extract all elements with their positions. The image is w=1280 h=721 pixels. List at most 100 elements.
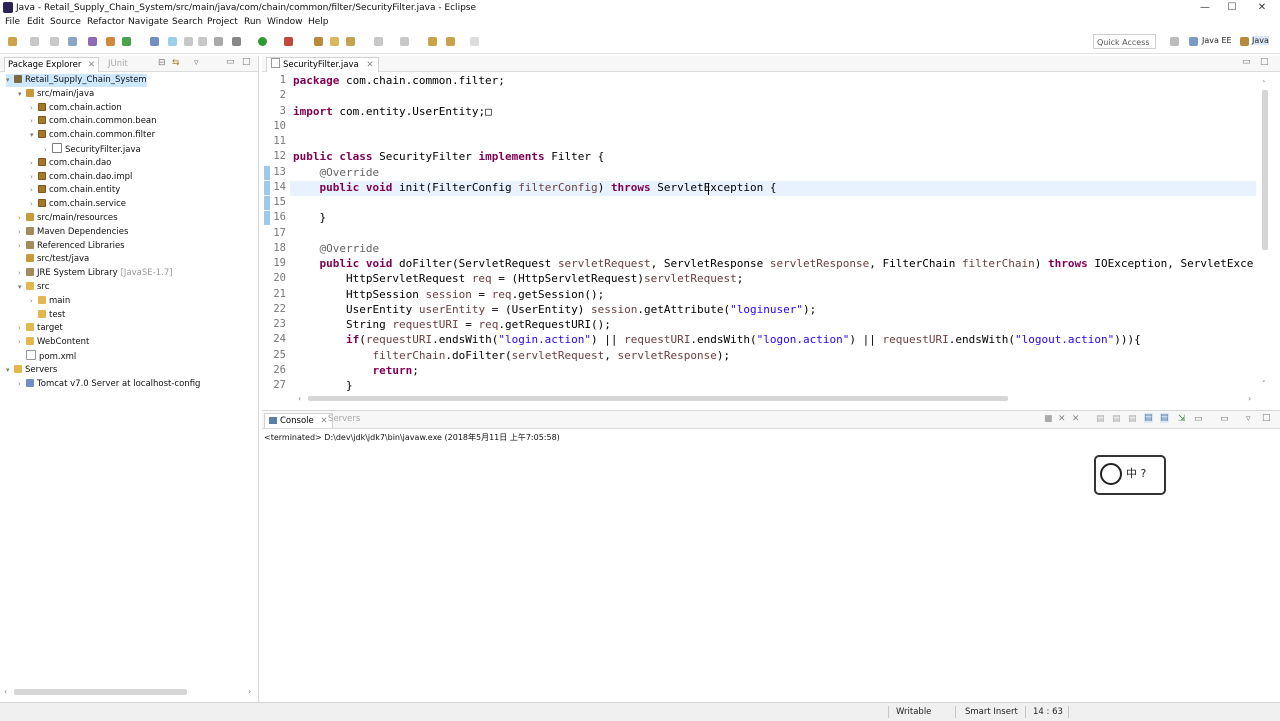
tree-item[interactable]: › main — [30, 295, 70, 308]
tree-item[interactable]: › JRE System Library [JavaSE-1.7] — [18, 267, 173, 280]
show-whitespace-icon[interactable] — [214, 37, 223, 46]
expand-toggle-icon[interactable]: › — [30, 102, 38, 115]
menu-refactor[interactable]: Refactor — [87, 17, 125, 27]
menu-source[interactable]: Source — [50, 17, 81, 27]
show-on-error-icon[interactable]: ▤ — [1160, 413, 1169, 423]
menu-run[interactable]: Run — [244, 17, 261, 27]
tree-item[interactable]: › com.chain.action — [30, 102, 122, 115]
expand-toggle-icon[interactable]: › — [18, 378, 26, 391]
scroll-up-icon[interactable]: ˄ — [1262, 80, 1266, 88]
maximize-view-icon[interactable]: □ — [242, 57, 251, 67]
save-icon[interactable] — [30, 37, 39, 46]
expand-toggle-icon[interactable]: ▾ — [18, 281, 26, 294]
toggle-block-icon[interactable] — [198, 37, 207, 46]
expand-toggle-icon[interactable]: ▾ — [30, 129, 38, 142]
tree-item[interactable]: › src/main/resources — [18, 212, 118, 225]
open-task-icon[interactable] — [168, 37, 177, 46]
tree-item[interactable]: ▾ com.chain.common.filter — [30, 129, 155, 142]
menu-help[interactable]: Help — [308, 17, 329, 27]
quick-access-input[interactable]: Quick Access — [1093, 34, 1156, 49]
pkg-scroll-left-icon[interactable]: ‹ — [4, 687, 7, 696]
scroll-left-icon[interactable]: ‹ — [298, 394, 301, 403]
tree-item[interactable]: › com.chain.dao.impl — [30, 171, 132, 184]
show-on-output-icon[interactable]: ▤ — [1144, 413, 1153, 423]
tree-item[interactable]: › Referenced Libraries — [18, 240, 125, 253]
close-button[interactable]: ✕ — [1252, 1, 1272, 15]
package-explorer-horizontal-scrollbar[interactable]: ‹ › — [4, 686, 254, 698]
java-ee-perspective-icon[interactable] — [1189, 37, 1198, 46]
new-server-icon[interactable] — [314, 37, 323, 46]
console-view-menu-icon[interactable]: ▿ — [1246, 414, 1251, 424]
external-tools-icon[interactable] — [284, 37, 293, 46]
save-all-icon[interactable] — [50, 37, 59, 46]
menu-search[interactable]: Search — [172, 17, 203, 27]
pin-icon[interactable] — [470, 37, 479, 46]
print-icon[interactable] — [68, 37, 77, 46]
java-perspective-icon[interactable] — [1240, 37, 1249, 46]
word-wrap-icon[interactable]: ▤ — [1128, 414, 1137, 424]
maximize-console-icon[interactable]: □ — [1262, 413, 1271, 423]
tab-security-filter-java[interactable]: SecurityFilter.java ✕ — [266, 57, 379, 72]
tree-item[interactable]: › com.chain.common.bean — [30, 115, 157, 128]
debug-skip-icon[interactable] — [88, 37, 97, 46]
expand-toggle-icon[interactable]: › — [30, 115, 38, 128]
maximize-editor-icon[interactable]: □ — [1260, 57, 1269, 67]
status-insert-mode[interactable]: Smart Insert — [965, 707, 1018, 717]
clear-console-icon[interactable]: ▤ — [1096, 414, 1105, 424]
tree-item[interactable]: ▾ src/main/java — [18, 88, 94, 101]
perspective-java[interactable]: Java — [1252, 36, 1269, 45]
tab-servers[interactable]: Servers — [328, 414, 360, 424]
editor-vertical-scroll-thumb[interactable] — [1262, 90, 1268, 250]
annotation-nav-icon[interactable] — [400, 37, 409, 46]
editor-horizontal-scroll-thumb[interactable] — [308, 396, 1008, 401]
maximize-button[interactable]: ☐ — [1222, 1, 1242, 15]
tree-item[interactable]: › Maven Dependencies — [18, 226, 128, 239]
tree-item[interactable]: ▾ Retail_Supply_Chain_System — [6, 74, 147, 87]
menu-window[interactable]: Window — [267, 17, 303, 27]
editor-horizontal-scrollbar[interactable]: ‹ › — [298, 394, 1256, 403]
expand-toggle-icon[interactable]: › — [30, 157, 38, 170]
tab-package-explorer[interactable]: Package Explorer ✕ — [4, 57, 100, 72]
menu-project[interactable]: Project — [207, 17, 238, 27]
tree-item[interactable]: ▾ src — [18, 281, 49, 294]
tab-junit[interactable]: JUnit — [108, 57, 128, 71]
expand-toggle-icon[interactable]: › — [18, 212, 26, 225]
tree-item[interactable]: src/test/java — [18, 253, 89, 266]
expand-toggle-icon[interactable]: › — [18, 336, 26, 349]
editor-vertical-scrollbar[interactable]: ˄ ˅ — [1260, 78, 1270, 392]
back-icon[interactable] — [428, 37, 437, 46]
collapse-all-icon[interactable]: ⊟ — [158, 58, 166, 68]
pin-console-icon[interactable]: ⇲ — [1178, 414, 1186, 424]
view-menu-icon[interactable]: ▿ — [194, 58, 199, 68]
new-icon[interactable] — [8, 37, 17, 46]
menu-edit[interactable]: Edit — [27, 17, 44, 27]
menu-file[interactable]: File — [5, 17, 20, 27]
open-console-icon[interactable]: ▭ — [1220, 414, 1229, 424]
pkg-scroll-thumb[interactable] — [14, 689, 187, 695]
run-icon[interactable] — [258, 37, 267, 46]
tree-item[interactable]: › com.chain.dao — [30, 157, 111, 170]
expand-toggle-icon[interactable]: › — [18, 240, 26, 253]
tree-item[interactable]: › Tomcat v7.0 Server at localhost-config — [18, 378, 200, 391]
scroll-right-icon[interactable]: › — [1248, 394, 1251, 403]
tree-item[interactable]: test — [30, 309, 65, 322]
search-toolbar-icon[interactable] — [374, 37, 383, 46]
open-type-icon[interactable] — [150, 37, 159, 46]
sync-icon[interactable] — [122, 37, 131, 46]
expand-toggle-icon[interactable]: › — [30, 198, 38, 211]
remove-launch-icon[interactable]: ✕ — [1058, 414, 1066, 424]
minimize-view-icon[interactable]: ▭ — [226, 57, 235, 67]
open-perspective-icon[interactable] — [1170, 37, 1179, 46]
tree-item[interactable]: › com.chain.service — [30, 198, 126, 211]
menu-navigate[interactable]: Navigate — [128, 17, 168, 27]
tree-item[interactable]: ▾ Servers — [6, 364, 57, 377]
close-console-tab-icon[interactable]: ✕ — [320, 416, 327, 426]
expand-toggle-icon[interactable]: › — [30, 184, 38, 197]
build-icon[interactable] — [106, 37, 115, 46]
expand-toggle-icon[interactable]: ▾ — [6, 364, 14, 377]
expand-toggle-icon[interactable]: › — [18, 267, 26, 280]
link-editor-icon[interactable]: ⇆ — [172, 58, 180, 68]
new-class-icon[interactable] — [346, 37, 355, 46]
tree-item[interactable]: › com.chain.entity — [30, 184, 120, 197]
pkg-scroll-right-icon[interactable]: › — [248, 687, 251, 696]
